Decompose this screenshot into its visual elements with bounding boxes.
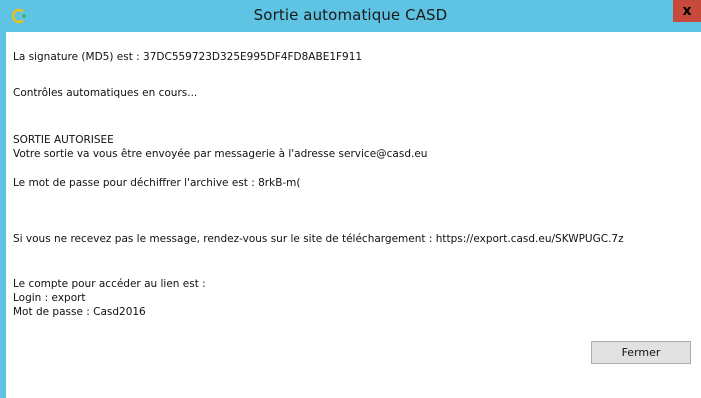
signature-text: La signature (MD5) est : 37DC559723D325E… bbox=[13, 51, 363, 63]
close-button[interactable]: x bbox=[673, 0, 701, 22]
status-text: SORTIE AUTORISEE bbox=[13, 134, 114, 146]
account-password-text: Mot de passe : Casd2016 bbox=[13, 306, 146, 318]
fermer-button[interactable]: Fermer bbox=[591, 341, 691, 364]
window-title: Sortie automatique CASD bbox=[253, 6, 448, 24]
password-text: Le mot de passe pour déchiffrer l'archiv… bbox=[13, 177, 301, 189]
download-text: Si vous ne recevez pas le message, rende… bbox=[13, 233, 624, 245]
title-bar[interactable]: Sortie automatique CASD x bbox=[0, 0, 701, 32]
dialog-content: La signature (MD5) est : 37DC559723D325E… bbox=[6, 32, 701, 398]
dialog-window: Sortie automatique CASD x La signature (… bbox=[0, 0, 701, 398]
checks-text: Contrôles automatiques en cours... bbox=[13, 87, 198, 99]
account-text: Le compte pour accéder au lien est : bbox=[13, 278, 206, 290]
login-text: Login : export bbox=[13, 292, 86, 304]
mail-text: Votre sortie va vous être envoyée par me… bbox=[13, 148, 428, 160]
